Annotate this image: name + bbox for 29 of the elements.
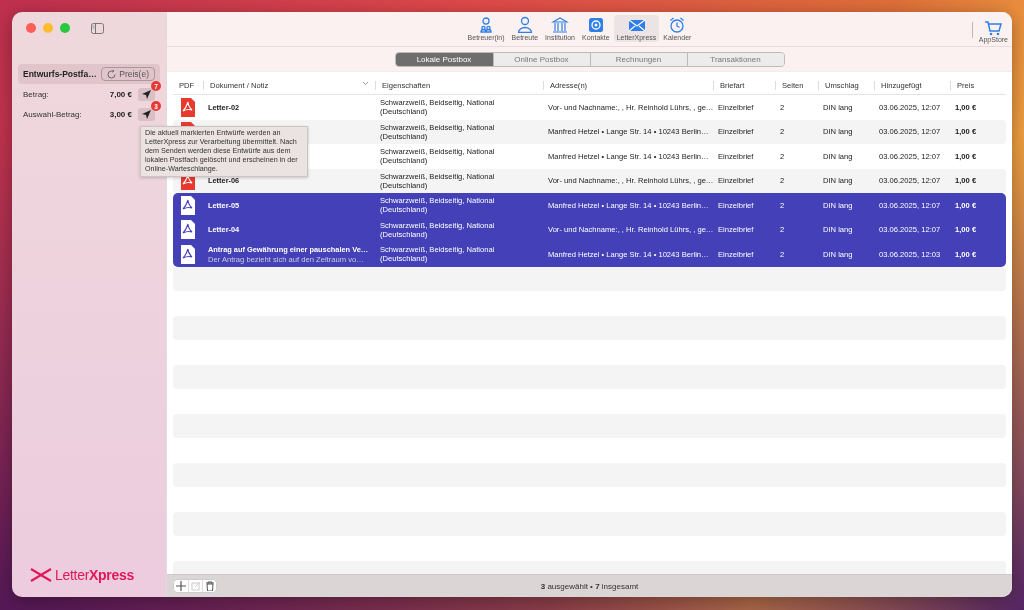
send-button[interactable] [138,88,155,101]
sidebar-toggle-icon[interactable] [91,22,104,34]
plus-icon [176,581,186,591]
cart-icon [984,21,1002,36]
person-icon [515,16,534,33]
table-row[interactable] [173,242,1006,267]
segment-tab[interactable]: Transaktionen [686,52,784,66]
refresh-icon [107,69,117,79]
refresh-prices-button[interactable]: Preis(e) [101,67,155,81]
amount-value: 7,00 € [109,90,132,99]
logo-icon [30,567,52,583]
delete-button[interactable] [202,580,216,592]
logo-text: LetterXpress [55,567,134,583]
at-sign-icon [586,16,605,33]
paper-plane-icon [142,110,151,119]
amount-value: 3,00 € [109,110,132,119]
trash-icon [204,581,215,591]
paper-plane-icon [142,90,151,99]
close-button[interactable] [26,23,36,33]
segment-tab[interactable]: Lokale Postbox [395,52,493,66]
amount-label: Betrag: [23,90,50,99]
amount-label: Auswahl-Betrag: [23,110,83,119]
selection-status: 3 ausgewählt • 7 insgesamt [540,581,639,591]
alarm-clock-icon [668,16,687,33]
mailbox-title: Entwurfs-Postfa… [23,69,97,79]
send-button[interactable] [138,108,155,121]
chevron-down-icon [362,80,369,86]
add-button[interactable] [174,580,188,592]
building-icon [551,16,570,33]
